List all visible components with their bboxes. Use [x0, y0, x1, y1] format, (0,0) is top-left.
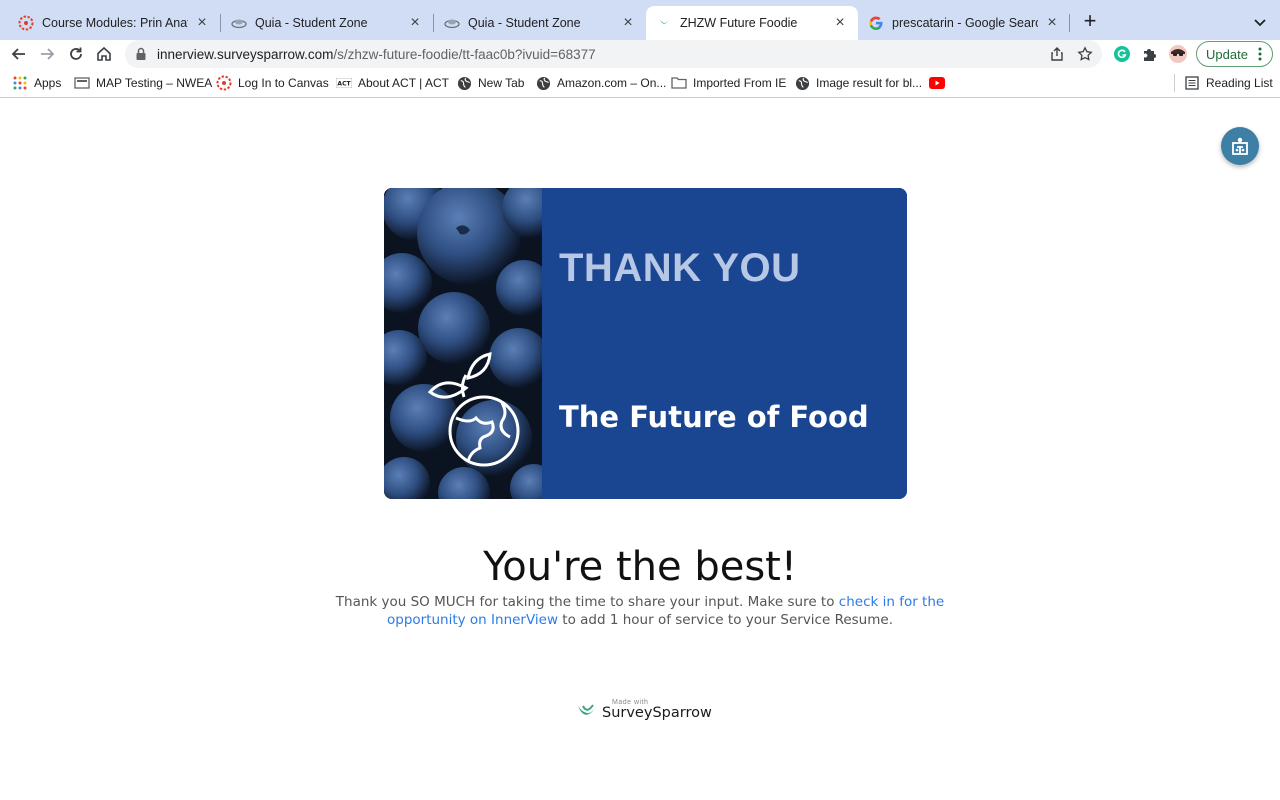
globe-icon: [456, 75, 472, 91]
bookmark-new-tab[interactable]: New Tab: [456, 74, 524, 92]
bookmark-apps[interactable]: Apps: [12, 74, 61, 92]
tab-title: ZHZW Future Foodie: [680, 16, 798, 30]
share-icon[interactable]: [1047, 44, 1067, 64]
globe-icon: [535, 75, 551, 91]
bookmark-imported-ie[interactable]: Imported From IE: [671, 74, 786, 92]
bookmark-label: Image result for bl...: [816, 76, 923, 90]
svg-text:ACT: ACT: [337, 81, 351, 88]
bookmark-label: MAP Testing – NWEA: [96, 76, 213, 90]
tab-future-foodie[interactable]: ZHZW Future Foodie ×: [646, 6, 858, 40]
bookmark-youtube[interactable]: [929, 74, 951, 92]
forward-arrow-icon: [41, 48, 55, 60]
url-text: innerview.surveysparrow.com/s/zhzw-futur…: [157, 47, 596, 62]
tab-title: Quia - Student Zone: [468, 16, 581, 30]
page-title: You're the best!: [483, 544, 797, 590]
youtube-icon: [929, 75, 945, 91]
close-icon[interactable]: ×: [194, 14, 210, 31]
bookmark-label: New Tab: [478, 76, 525, 90]
surveysparrow-logo-icon: [578, 704, 596, 715]
back-arrow-icon: [11, 48, 25, 60]
google-icon: [868, 15, 884, 31]
accessibility-icon: [1232, 137, 1248, 155]
bookmark-label: Log In to Canvas: [238, 76, 329, 90]
reading-list-label: Reading List: [1206, 76, 1273, 90]
update-button[interactable]: Update: [1196, 41, 1273, 67]
canvas-icon: [216, 75, 232, 91]
star-icon[interactable]: [1075, 44, 1095, 64]
accessibility-button[interactable]: [1221, 127, 1259, 165]
close-icon[interactable]: ×: [620, 14, 636, 31]
tab-title: Course Modules: Prin Anat/Phy: [42, 16, 188, 30]
message-text: to add 1 hour of service to your Service…: [558, 612, 893, 628]
tab-quia-2[interactable]: Quia - Student Zone ×: [434, 6, 646, 40]
reload-icon: [70, 47, 82, 60]
address-bar[interactable]: innerview.surveysparrow.com/s/zhzw-futur…: [125, 40, 1102, 68]
tab-divider: [1069, 14, 1070, 32]
tab-title: Quia - Student Zone: [255, 16, 368, 30]
chevron-down-icon[interactable]: [1250, 12, 1270, 32]
bookmark-map-testing[interactable]: MAP Testing – NWEA: [74, 74, 212, 92]
home-icon: [97, 46, 111, 61]
tab-google-search[interactable]: prescatarin - Google Search ×: [858, 6, 1070, 40]
url-path: /s/zhzw-future-foodie/tt-faac0b?ivuid=68…: [333, 46, 596, 62]
reading-list-button[interactable]: Reading List: [1184, 74, 1273, 92]
brand-name: SurveySparrow: [602, 705, 712, 721]
profile-avatar-icon[interactable]: [1168, 44, 1188, 64]
close-icon[interactable]: ×: [832, 14, 848, 31]
banner-text-panel: THANK YOU The Future of Food: [542, 188, 907, 499]
quia-icon: [444, 15, 460, 31]
bookmark-act[interactable]: ACT About ACT | ACT: [336, 74, 449, 92]
bookmarks-divider: [1174, 74, 1175, 92]
surveysparrow-icon: [656, 15, 672, 31]
close-icon[interactable]: ×: [1044, 14, 1060, 31]
bookmark-page-icon: [74, 75, 90, 91]
bookmark-image-result[interactable]: Image result for bl...: [794, 74, 922, 92]
banner-thank-you: THANK YOU: [559, 246, 801, 290]
reload-button[interactable]: [64, 42, 88, 66]
bookmark-label: Imported From IE: [693, 76, 787, 90]
browser-toolbar: innerview.surveysparrow.com/s/zhzw-futur…: [0, 40, 1280, 68]
quia-icon: [231, 15, 247, 31]
tab-course-modules[interactable]: Course Modules: Prin Anat/Phy ×: [8, 6, 220, 40]
puzzle-extensions-icon[interactable]: [1140, 44, 1160, 64]
bookmark-label: Apps: [34, 76, 62, 90]
tab-strip: Course Modules: Prin Anat/Phy × Quia - S…: [0, 0, 1280, 40]
url-host: innerview.surveysparrow.com: [157, 46, 334, 62]
bookmark-canvas[interactable]: Log In to Canvas: [216, 74, 329, 92]
bookmark-label: Amazon.com – On...: [557, 76, 667, 90]
message-text: Thank you SO MUCH for taking the time to…: [335, 594, 839, 610]
thank-you-banner: THANK YOU The Future of Food: [384, 188, 907, 499]
thank-you-message: Thank you SO MUCH for taking the time to…: [300, 593, 980, 629]
folder-icon: [671, 75, 687, 91]
bookmark-label: About ACT | ACT: [358, 76, 449, 90]
act-icon: ACT: [336, 75, 352, 91]
canvas-icon: [18, 15, 34, 31]
page-content: THANK YOU The Future of Food You're the …: [0, 99, 1280, 800]
tab-title: prescatarin - Google Search: [892, 16, 1038, 30]
more-vert-icon[interactable]: [1258, 47, 1262, 61]
home-button[interactable]: [92, 42, 116, 66]
forward-button[interactable]: [35, 42, 59, 66]
back-button[interactable]: [7, 42, 31, 66]
lock-icon: [135, 47, 147, 61]
bookmark-amazon[interactable]: Amazon.com – On...: [535, 74, 666, 92]
bookmarks-bar: Apps MAP Testing – NWEA Log In to Canvas…: [0, 68, 1280, 98]
grammarly-icon[interactable]: [1112, 44, 1132, 64]
reading-list-icon: [1184, 75, 1200, 91]
made-with-surveysparrow-badge[interactable]: Made with SurveySparrow: [576, 699, 712, 725]
update-label: Update: [1206, 46, 1248, 62]
new-tab-button[interactable]: +: [1078, 10, 1102, 34]
banner-subtitle: The Future of Food: [559, 400, 869, 434]
globe-icon: [794, 75, 810, 91]
apps-grid-icon: [12, 75, 28, 91]
blueberries-image: [384, 188, 542, 499]
close-icon[interactable]: ×: [407, 14, 423, 31]
tab-quia-1[interactable]: Quia - Student Zone ×: [221, 6, 433, 40]
